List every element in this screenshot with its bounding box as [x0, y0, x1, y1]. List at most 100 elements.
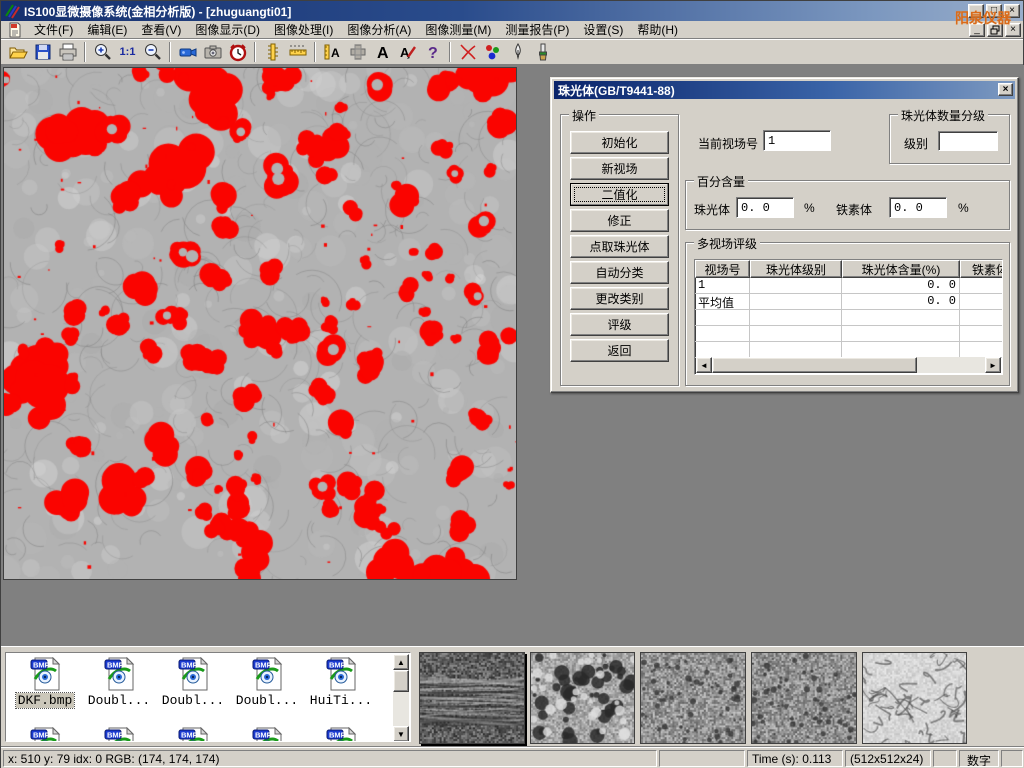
mdi-close-button[interactable]: ×	[1005, 23, 1021, 37]
toolbar-curve-cut-button[interactable]	[455, 40, 480, 63]
menu-item-10[interactable]: 帮助(H)	[630, 20, 685, 39]
toolbar-clock-button[interactable]	[225, 40, 250, 63]
scroll-up-button[interactable]: ▲	[393, 654, 409, 670]
op-button-8[interactable]: 评级	[570, 313, 669, 336]
current-view-input[interactable]	[763, 130, 831, 151]
op-button-3[interactable]: 二值化	[570, 183, 669, 206]
file-item-partial[interactable]	[8, 727, 82, 742]
file-item-3[interactable]: Doubl...	[156, 657, 230, 708]
menu-item-6[interactable]: 图像分析(A)	[340, 20, 418, 39]
toolbar-separator	[314, 42, 316, 62]
toolbar-pen-button[interactable]	[505, 40, 530, 63]
thumbnail-5[interactable]	[862, 652, 968, 744]
column-header-1[interactable]: 视场号	[695, 260, 750, 278]
thumbnail-strip	[419, 652, 967, 744]
thumbnail-2[interactable]	[530, 652, 636, 744]
table-row[interactable]: 10. 0	[695, 278, 1002, 294]
table-row[interactable]	[695, 342, 1002, 358]
toolbar-caliper-button[interactable]	[260, 40, 285, 63]
table-cell	[960, 342, 1003, 358]
menu-item-9[interactable]: 设置(S)	[576, 20, 630, 39]
scroll-left-button[interactable]: ◄	[696, 357, 712, 373]
pearlite-percent-input[interactable]	[736, 197, 794, 218]
toolbar-brush-button[interactable]	[530, 40, 555, 63]
toolbar-zoom-out-button[interactable]	[140, 40, 165, 63]
status-bar: x: 510 y: 79 idx: 0 RGB: (174, 174, 174)…	[1, 746, 1024, 768]
file-item-4[interactable]: Doubl...	[230, 657, 304, 708]
bmp-file-icon	[325, 657, 357, 691]
column-header-4[interactable]: 铁素体	[960, 260, 1003, 278]
toolbar-camera-button[interactable]	[200, 40, 225, 63]
save-icon	[33, 42, 53, 62]
minimize-button[interactable]: _	[968, 4, 984, 18]
menu-item-5[interactable]: 图像处理(I)	[267, 20, 340, 39]
toolbar-text-edit-button[interactable]	[395, 40, 420, 63]
table-row[interactable]	[695, 326, 1002, 342]
file-item-partial[interactable]	[82, 727, 156, 742]
dialog-title-bar[interactable]: 珠光体(GB/T9441-88)	[554, 81, 1015, 99]
thumbnail-4[interactable]	[751, 652, 857, 744]
zoom-out-icon	[143, 42, 163, 62]
video-camera-icon	[178, 42, 198, 62]
mdi-restore-button[interactable]	[987, 23, 1003, 37]
status-mode: 数字	[959, 750, 999, 767]
dialog-close-button[interactable]: ×	[998, 83, 1013, 96]
toolbar-video-camera-button[interactable]	[175, 40, 200, 63]
menu-item-7[interactable]: 图像测量(M)	[418, 20, 498, 39]
table-row[interactable]: 平均值0. 0	[695, 294, 1002, 310]
scroll-thumb[interactable]	[712, 357, 917, 373]
toolbar-print-button[interactable]	[55, 40, 80, 63]
column-header-2[interactable]: 珠光体级别	[750, 260, 842, 278]
op-button-9[interactable]: 返回	[570, 339, 669, 362]
mdi-minimize-button[interactable]: _	[969, 23, 985, 37]
micrograph-image[interactable]	[3, 67, 517, 580]
thumbnail-3[interactable]	[640, 652, 746, 744]
file-item-1[interactable]: DKF.bmp	[8, 657, 82, 708]
toolbar-zoom-in-button[interactable]	[90, 40, 115, 63]
table-cell	[695, 310, 750, 326]
menu-item-8[interactable]: 测量报告(P)	[498, 20, 576, 39]
op-button-7[interactable]: 更改类别	[570, 287, 669, 310]
op-button-5[interactable]: 点取珠光体	[570, 235, 669, 258]
menu-item-3[interactable]: 查看(V)	[134, 20, 188, 39]
scroll-right-button[interactable]: ►	[985, 357, 1001, 373]
toolbar-open-button[interactable]	[5, 40, 30, 63]
op-button-2[interactable]: 新视场	[570, 157, 669, 180]
toolbar-actual-size-button[interactable]: 1:1	[115, 40, 140, 63]
toolbar-ruler-button[interactable]	[285, 40, 310, 63]
scroll-down-button[interactable]: ▼	[393, 726, 409, 742]
table-cell: 0. 0	[842, 294, 960, 310]
toolbar-save-button[interactable]	[30, 40, 55, 63]
file-item-partial[interactable]	[156, 727, 230, 742]
toolbar-grid-tool-button[interactable]	[345, 40, 370, 63]
ferrite-percent-input[interactable]	[889, 197, 947, 218]
column-header-3[interactable]: 珠光体含量(%)	[842, 260, 960, 278]
file-item-partial[interactable]	[304, 727, 378, 742]
op-button-6[interactable]: 自动分类	[570, 261, 669, 284]
file-item-2[interactable]: Doubl...	[82, 657, 156, 708]
maximize-button[interactable]: □	[986, 4, 1002, 18]
table-row[interactable]	[695, 310, 1002, 326]
op-button-1[interactable]: 初始化	[570, 131, 669, 154]
toolbar-separator	[449, 42, 451, 62]
menu-items: 文件(F)编辑(E)查看(V)图像显示(D)图像处理(I)图像分析(A)图像测量…	[27, 20, 685, 39]
grade-input[interactable]	[938, 131, 998, 151]
file-list: DKF.bmpDoubl...Doubl...Doubl...HuiTi... …	[5, 652, 411, 742]
toolbar-markers-button[interactable]	[480, 40, 505, 63]
caliper-icon	[263, 42, 283, 62]
toolbar-measure-text-button[interactable]	[320, 40, 345, 63]
thumbnail-1[interactable]	[419, 652, 525, 744]
menu-item-4[interactable]: 图像显示(D)	[188, 20, 267, 39]
status-image-size: (512x512x24)	[845, 750, 931, 767]
menu-item-2[interactable]: 编辑(E)	[80, 20, 134, 39]
ferrite-label: 铁素体	[836, 201, 872, 218]
toolbar-help-button[interactable]	[420, 40, 445, 63]
op-button-4[interactable]: 修正	[570, 209, 669, 232]
file-item-partial[interactable]	[230, 727, 304, 742]
close-button[interactable]: ×	[1004, 4, 1020, 18]
toolbar-text-button[interactable]	[370, 40, 395, 63]
table-cell	[695, 326, 750, 342]
menu-item-1[interactable]: 文件(F)	[27, 20, 80, 39]
scroll-thumb[interactable]	[393, 670, 409, 692]
file-item-5[interactable]: HuiTi...	[304, 657, 378, 708]
